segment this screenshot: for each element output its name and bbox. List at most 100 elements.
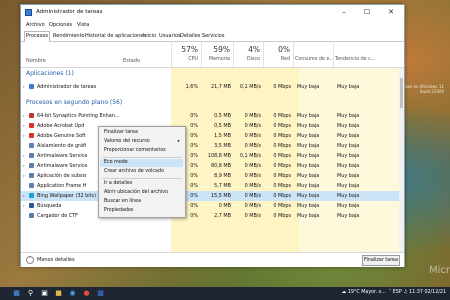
- disk-percent: 4%: [248, 45, 260, 54]
- ctx-resource-values[interactable]: Valores del recurso: [104, 138, 182, 146]
- task-view-icon[interactable]: ▣: [40, 289, 49, 298]
- column-cpu[interactable]: CPU: [171, 57, 198, 62]
- expand-chevron-icon[interactable]: ›: [23, 163, 25, 168]
- network-value: 0 Mbps: [273, 173, 291, 179]
- expand-chevron-icon[interactable]: ›: [23, 123, 25, 128]
- date[interactable]: 02/12/21: [424, 290, 446, 295]
- process-name: Adobe Genuine Soft: [37, 133, 86, 139]
- less-details-button[interactable]: ˆ Menos detalles: [26, 256, 75, 264]
- language-indicator[interactable]: ESP: [393, 290, 402, 295]
- power-value: Muy baja: [297, 153, 320, 159]
- expand-chevron-icon[interactable]: ›: [23, 193, 25, 198]
- tab-inicio[interactable]: Inicio: [142, 32, 157, 40]
- tab-historial[interactable]: Historial de aplicaciones: [84, 32, 147, 40]
- table-row[interactable]: › Administrador de tareas 1,6% 21,7 MB 0…: [21, 82, 399, 92]
- memory-value: 15,5 MB: [210, 193, 231, 199]
- tab-servicios[interactable]: Servicios: [201, 32, 225, 40]
- column-network[interactable]: Red: [263, 57, 290, 62]
- expand-chevron-icon[interactable]: ›: [23, 153, 25, 158]
- table-row[interactable]: › 64-bit Synaptics Pointing Enhan... 0% …: [21, 111, 399, 121]
- end-task-button[interactable]: Finalizar tarea: [362, 255, 400, 266]
- column-status[interactable]: Estado: [123, 58, 140, 64]
- table-row-selected[interactable]: › Bing Wallpaper (32 bits) 0% 15,5 MB 0 …: [21, 191, 399, 201]
- ctx-feedback[interactable]: Proporcionar comentarios: [104, 147, 182, 155]
- volume-icon[interactable]: ♫: [403, 290, 407, 295]
- power-value: Muy baja: [297, 133, 320, 139]
- group-apps[interactable]: Aplicaciones (1): [26, 70, 74, 77]
- weather-text[interactable]: Mayor. s...: [361, 290, 386, 295]
- column-power-trend[interactable]: Tendencia de c...: [335, 57, 375, 62]
- clock[interactable]: 11:37: [409, 290, 423, 295]
- ctx-create-dump[interactable]: Crear archivo de volcado: [104, 168, 182, 176]
- table-row[interactable]: › Búsqueda ● 0% 0 MB 0 MB/s 0 Mbps Muy b…: [21, 201, 399, 211]
- table-row[interactable]: › Adobe Genuine Soft 0% 1,5 MB 0 MB/s 0 …: [21, 131, 399, 141]
- disk-value: 0 MB/s: [244, 113, 261, 119]
- power-trend-value: Muy baja: [337, 173, 360, 179]
- tab-detalles[interactable]: Detalles: [179, 32, 201, 40]
- expand-chevron-icon[interactable]: ›: [23, 84, 25, 89]
- table-row[interactable]: › Antimalware Service 0% 108,8 MB 0,1 MB…: [21, 151, 399, 161]
- table-row[interactable]: › Antimalware Service 0% 80,8 MB 0 MB/s …: [21, 161, 399, 171]
- ctx-search-online[interactable]: Buscar en línea: [104, 198, 182, 206]
- process-name: Administrador de tareas: [37, 84, 97, 90]
- menu-archivo[interactable]: Archivo: [26, 22, 45, 28]
- memory-value: 21,7 MB: [210, 84, 231, 90]
- column-name[interactable]: Nombre: [26, 58, 46, 64]
- search-icon[interactable]: ⚲: [26, 289, 35, 298]
- process-name: Aislamiento de gráfi: [37, 143, 87, 149]
- disk-value: 0 MB/s: [244, 213, 261, 219]
- minimize-button[interactable]: –: [334, 6, 354, 18]
- ctx-open-location[interactable]: Abrir ubicación del archivo: [104, 189, 182, 197]
- weather-icon[interactable]: ☁: [342, 290, 347, 295]
- column-disk[interactable]: Disco: [233, 57, 260, 62]
- task-manager-taskbar-icon[interactable]: ▩: [96, 289, 105, 298]
- column-memory[interactable]: Memoria: [203, 57, 230, 62]
- expand-chevron-icon[interactable]: ›: [23, 203, 25, 208]
- network-value: 0 Mbps: [273, 153, 291, 159]
- task-manager-icon: [29, 84, 34, 89]
- ctx-properties[interactable]: Propiedades: [104, 207, 182, 215]
- memory-value: 108,8 MB: [207, 153, 231, 159]
- maximize-button[interactable]: ☐: [357, 6, 377, 18]
- search-icon: [29, 203, 34, 208]
- microsoft-logo: Micr: [428, 265, 450, 276]
- tab-rendimiento[interactable]: Rendimiento: [52, 32, 86, 40]
- network-value: 0 Mbps: [273, 123, 291, 129]
- network-value: 0 Mbps: [273, 113, 291, 119]
- edge-icon[interactable]: ◉: [68, 289, 77, 298]
- less-details-label: Menos detalles: [37, 257, 75, 263]
- chevron-up-icon[interactable]: ˄: [389, 290, 391, 295]
- ctx-eco-mode[interactable]: Eco mode: [100, 159, 183, 167]
- network-value: 0 Mbps: [273, 143, 291, 149]
- power-value: Muy baja: [297, 113, 320, 119]
- expand-chevron-icon[interactable]: ›: [23, 133, 25, 138]
- disk-value: 0 MB/s: [244, 163, 261, 169]
- app-icon[interactable]: ●: [82, 289, 91, 298]
- menu-divider: [102, 178, 182, 179]
- expand-chevron-icon[interactable]: ›: [23, 173, 25, 178]
- start-icon[interactable]: ▦: [12, 289, 21, 298]
- file-explorer-icon[interactable]: ■: [54, 289, 63, 298]
- column-power[interactable]: Consumo de e...: [295, 57, 334, 62]
- ctx-end-task[interactable]: Finalizar tarea: [104, 129, 182, 137]
- vertical-scrollbar[interactable]: [399, 68, 404, 252]
- network-value: 0 Mbps: [273, 84, 291, 90]
- scroll-thumb[interactable]: [400, 78, 403, 108]
- table-row[interactable]: › Adobe Acrobat Upd 0% 0,5 MB 0 MB/s 0 M…: [21, 121, 399, 131]
- group-background[interactable]: Procesos en segundo plano (56): [26, 99, 122, 106]
- memory-value: 1,5 MB: [214, 133, 231, 139]
- cpu-value: 0%: [190, 113, 198, 119]
- table-row[interactable]: Application Frame H 0% 5,7 MB 0 MB/s 0 M…: [21, 181, 399, 191]
- table-row[interactable]: › Aplicación de subsis 0% 8,9 MB 0 MB/s …: [21, 171, 399, 181]
- antimalware-icon: [29, 163, 34, 168]
- ctx-go-to-details[interactable]: Ir a detalles: [104, 180, 182, 188]
- synaptics-icon: [29, 113, 34, 118]
- table-row[interactable]: Aislamiento de gráfi 0% 3,5 MB 0 MB/s 0 …: [21, 141, 399, 151]
- table-row[interactable]: Cargador de CTF 0% 2,7 MB 0 MB/s 0 Mbps …: [21, 211, 399, 221]
- power-trend-value: Muy baja: [337, 183, 360, 189]
- close-button[interactable]: ✕: [381, 6, 401, 18]
- menu-opciones[interactable]: Opciones: [49, 22, 72, 28]
- menu-vista[interactable]: Vista: [77, 22, 89, 28]
- expand-chevron-icon[interactable]: ›: [23, 113, 25, 118]
- process-name: Adobe Acrobat Upd: [37, 123, 85, 129]
